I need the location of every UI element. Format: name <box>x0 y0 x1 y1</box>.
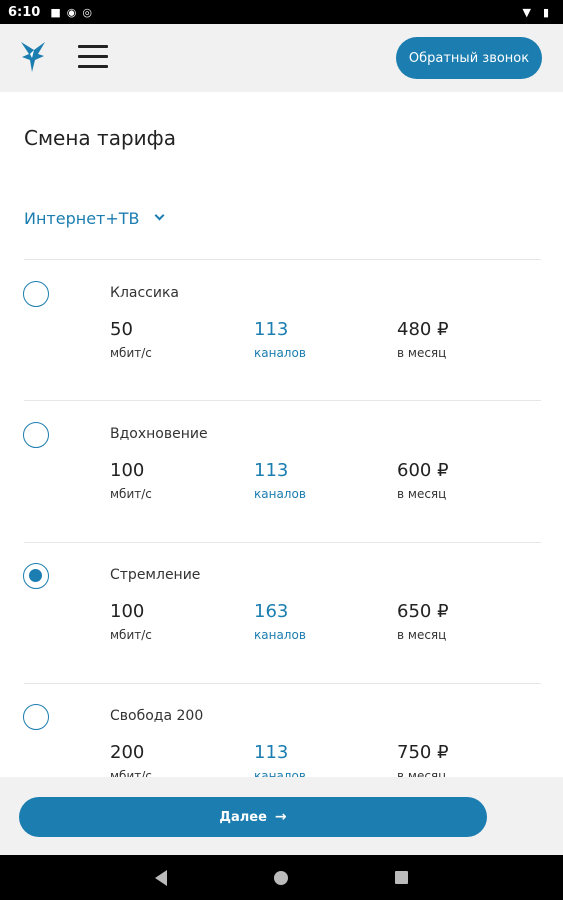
tariff-item[interactable]: Стремление 100 мбит/с 163 каналов 650 ₽ … <box>0 542 563 683</box>
swallow-logo-icon[interactable] <box>18 38 48 76</box>
radio-button[interactable] <box>23 422 49 448</box>
channels-column: 113 каналов <box>254 460 306 501</box>
price-unit: в месяц <box>397 487 447 501</box>
speed-column: 200 мбит/с <box>110 742 152 777</box>
price-unit: в месяц <box>397 346 447 360</box>
arrow-right-icon: → <box>274 809 287 825</box>
channels-column: 113 каналов <box>254 319 306 360</box>
tariff-name: Стремление <box>110 567 201 583</box>
chevron-down-icon <box>154 210 164 221</box>
main-content: Смена тарифа Интернет+ТВ Классика 50 мби… <box>0 92 563 777</box>
system-navigation-bar <box>0 855 563 900</box>
radio-button[interactable] <box>23 281 49 307</box>
sync-icon: ◉ <box>66 5 77 19</box>
price-unit: в месяц <box>397 769 447 777</box>
price-value: 750 ₽ <box>397 742 449 763</box>
channels-unit: каналов <box>254 346 306 360</box>
next-button-label: Далее <box>219 809 267 825</box>
channels-unit: каналов <box>254 628 306 642</box>
price-column: 750 ₽ в месяц <box>397 742 449 777</box>
home-icon[interactable] <box>274 871 288 885</box>
speed-unit: мбит/с <box>110 487 152 501</box>
recent-apps-icon[interactable] <box>395 871 408 884</box>
speed-column: 50 мбит/с <box>110 319 152 360</box>
tariff-item[interactable]: Вдохновение 100 мбит/с 113 каналов 600 ₽… <box>0 400 563 541</box>
speed-unit: мбит/с <box>110 628 152 642</box>
speed-unit: мбит/с <box>110 769 152 777</box>
bottom-action-bar: Далее → <box>0 777 563 855</box>
tariff-type-dropdown[interactable]: Интернет+ТВ <box>24 209 164 228</box>
speed-column: 100 мбит/с <box>110 460 152 501</box>
sim-icon: ■ <box>50 5 61 19</box>
speed-value: 50 <box>110 319 133 340</box>
battery-icon: ▮ <box>542 5 549 19</box>
price-column: 650 ₽ в месяц <box>397 601 449 642</box>
status-time: 6:10 <box>8 4 41 20</box>
channels-unit: каналов <box>254 769 306 777</box>
tariff-name: Классика <box>110 285 179 301</box>
channels-column: 113 каналов <box>254 742 306 777</box>
tariff-name: Свобода 200 <box>110 708 204 724</box>
radio-button[interactable] <box>23 704 49 730</box>
back-icon[interactable] <box>155 870 167 886</box>
notification-icon: ◎ <box>82 5 92 19</box>
next-button[interactable]: Далее → <box>19 797 487 837</box>
channels-value: 163 <box>254 601 289 622</box>
price-value: 650 ₽ <box>397 601 449 622</box>
wifi-icon: ▼ <box>522 5 531 19</box>
price-column: 480 ₽ в месяц <box>397 319 449 360</box>
hamburger-menu-icon[interactable] <box>78 45 108 69</box>
tariff-item[interactable]: Свобода 200 200 мбит/с 113 каналов 750 ₽… <box>0 683 563 777</box>
callback-button[interactable]: Обратный звонок <box>396 37 542 79</box>
tariff-type-label: Интернет+ТВ <box>24 209 140 228</box>
channels-value: 113 <box>254 742 289 763</box>
speed-value: 100 <box>110 460 145 481</box>
speed-column: 100 мбит/с <box>110 601 152 642</box>
radio-button-selected[interactable] <box>23 563 49 589</box>
price-value: 480 ₽ <box>397 319 449 340</box>
price-unit: в месяц <box>397 628 447 642</box>
channels-column: 163 каналов <box>254 601 306 642</box>
page-title: Смена тарифа <box>24 126 177 150</box>
price-column: 600 ₽ в месяц <box>397 460 449 501</box>
speed-value: 200 <box>110 742 145 763</box>
tariff-item[interactable]: Классика 50 мбит/с 113 каналов 480 ₽ в м… <box>0 259 563 400</box>
channels-value: 113 <box>254 319 289 340</box>
status-bar: 6:10 ■ ◉ ◎ ▼ ▮ <box>0 0 563 24</box>
channels-unit: каналов <box>254 487 306 501</box>
speed-unit: мбит/с <box>110 346 152 360</box>
channels-value: 113 <box>254 460 289 481</box>
tariff-name: Вдохновение <box>110 426 208 442</box>
speed-value: 100 <box>110 601 145 622</box>
price-value: 600 ₽ <box>397 460 449 481</box>
app-header: Обратный звонок <box>0 24 563 92</box>
